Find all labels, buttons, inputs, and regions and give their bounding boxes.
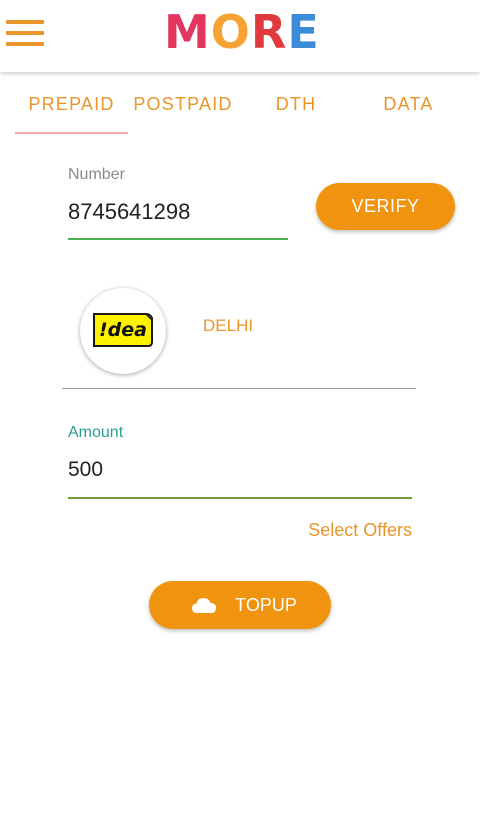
select-offers-link[interactable]: Select Offers — [300, 520, 412, 541]
number-input[interactable] — [68, 198, 286, 226]
more-logo: MORE — [164, 5, 320, 59]
selected-tab-indicator — [15, 132, 128, 134]
cloud-icon — [192, 598, 217, 613]
hamburger-menu-icon[interactable] — [6, 18, 46, 48]
tab-postpaid[interactable]: POSTPAID — [128, 78, 238, 130]
topup-screen: MORE PREPAID POSTPAID DTH DATA Number VE… — [0, 0, 480, 824]
verify-button[interactable]: VERIFY — [316, 183, 455, 230]
tab-dth[interactable]: DTH — [240, 78, 352, 130]
number-input-underline — [68, 238, 288, 240]
recharge-type-tabs: PREPAID POSTPAID DTH DATA — [0, 78, 480, 136]
tab-prepaid[interactable]: PREPAID — [15, 78, 128, 130]
topup-button[interactable]: TOPUP — [149, 581, 331, 629]
number-field-label: Number — [68, 166, 125, 183]
amount-input[interactable] — [68, 456, 408, 484]
topup-button-label: TOPUP — [235, 594, 297, 615]
app-header: MORE — [0, 0, 480, 72]
operator-divider — [62, 388, 416, 389]
operator-logo-badge[interactable]: !dea — [80, 288, 166, 374]
operator-logo-text: !dea — [99, 319, 147, 341]
operator-circle-name: DELHI — [203, 316, 254, 335]
amount-field-label: Amount — [68, 424, 124, 441]
amount-input-underline — [68, 497, 412, 499]
tab-data[interactable]: DATA — [352, 78, 465, 130]
